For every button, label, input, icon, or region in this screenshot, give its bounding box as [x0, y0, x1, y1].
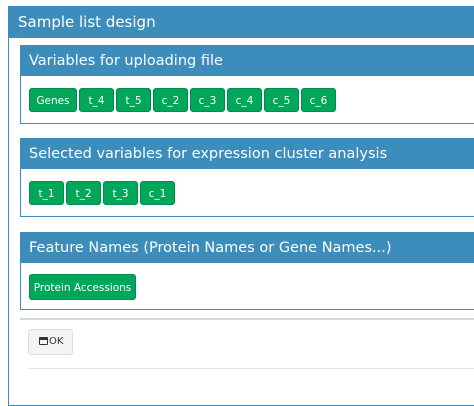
variable-chip-t3[interactable]: t_3: [103, 181, 138, 205]
upload-variables-title: Variables for uploading file: [21, 46, 474, 76]
variable-chip-c3[interactable]: c_3: [190, 88, 225, 112]
variable-chip-c1[interactable]: c_1: [140, 181, 175, 205]
variable-chip-c5[interactable]: c_5: [264, 88, 299, 112]
variable-chip-t5[interactable]: t_5: [116, 88, 151, 112]
variable-chip-c4[interactable]: c_4: [227, 88, 262, 112]
variable-chip-t1[interactable]: t_1: [29, 181, 64, 205]
cluster-variables-list: t_1 t_2 t_3 c_1: [29, 181, 177, 205]
ok-button-label: OK: [49, 336, 64, 347]
panel-title: Sample list design: [9, 7, 474, 38]
cluster-variables-title: Selected variables for expression cluste…: [21, 139, 474, 169]
bottom-divider: [28, 368, 474, 369]
variable-chip-c6[interactable]: c_6: [301, 88, 336, 112]
feature-names-panel: Feature Names (Protein Names or Gene Nam…: [20, 232, 474, 310]
feature-names-title: Feature Names (Protein Names or Gene Nam…: [21, 233, 474, 263]
variable-chip-c2[interactable]: c_2: [153, 88, 188, 112]
variable-chip-t2[interactable]: t_2: [66, 181, 101, 205]
cluster-variables-panel: Selected variables for expression cluste…: [20, 138, 474, 217]
upload-variables-panel: Variables for uploading file Genes t_4 t_5…: [20, 45, 474, 124]
feature-names-list: Protein Accessions: [29, 274, 138, 300]
variable-chip-genes[interactable]: Genes: [29, 88, 77, 112]
footer-divider: [20, 318, 474, 320]
variable-chip-t4[interactable]: t_4: [79, 88, 114, 112]
calendar-icon: [39, 337, 48, 345]
upload-variables-list: Genes t_4 t_5 c_2 c_3 c_4 c_5 c_6: [29, 88, 338, 112]
feature-chip-protein-accessions[interactable]: Protein Accessions: [29, 274, 136, 300]
ok-button[interactable]: OK: [28, 329, 73, 355]
